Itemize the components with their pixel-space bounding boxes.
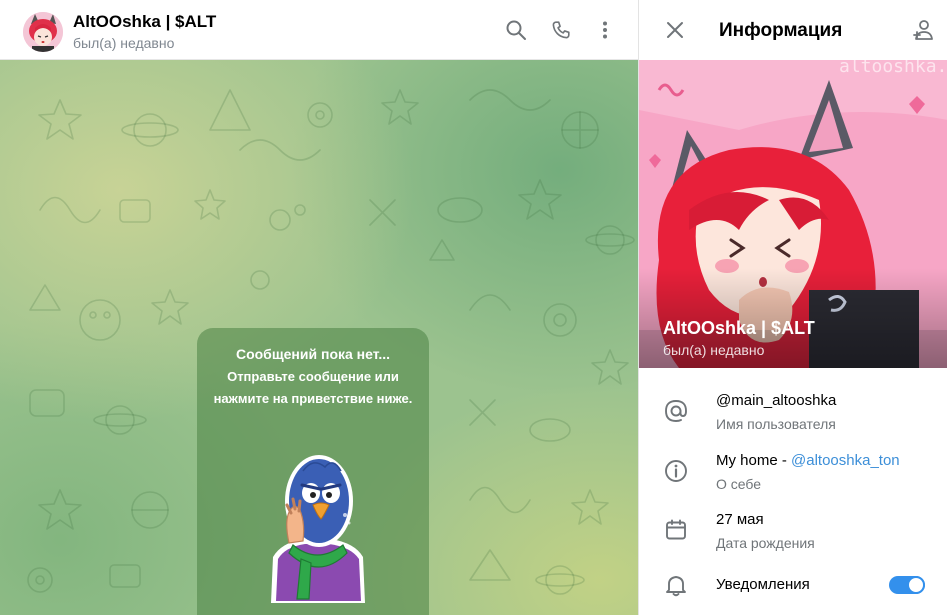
photo-watermark: altooshka.j bbox=[839, 60, 947, 77]
chat-panel: AltOOshka | $ALT был(а) недавно Сообщени… bbox=[0, 0, 638, 615]
info-title: Информация bbox=[719, 20, 843, 41]
chat-status: был(а) недавно bbox=[73, 35, 175, 51]
at-sign-icon bbox=[665, 400, 687, 422]
empty-chat-title: Сообщений пока нет... bbox=[235, 346, 391, 362]
bio-link[interactable]: @altooshka_ton bbox=[791, 452, 900, 469]
info-panel: Информация altooshka.j AltOOshka | $ALT … bbox=[638, 0, 947, 615]
bio-row[interactable]: My home - @altooshka_ton О себе bbox=[639, 444, 947, 500]
birthday-row[interactable]: 27 мая Дата рождения bbox=[639, 503, 947, 559]
chat-background: Сообщений пока нет... Отправьте сообщени… bbox=[0, 60, 638, 615]
call-button[interactable] bbox=[545, 14, 577, 46]
bio-text: My home - bbox=[716, 452, 792, 469]
profile-photo[interactable]: altooshka.j AltOOshka | $ALT был(а) неда… bbox=[639, 60, 947, 368]
username-value[interactable]: @main_altooshka bbox=[716, 392, 836, 409]
notifications-toggle[interactable] bbox=[889, 576, 925, 594]
more-button[interactable] bbox=[589, 14, 621, 46]
profile-status: был(а) недавно bbox=[663, 342, 765, 358]
greeting-sticker[interactable] bbox=[263, 453, 371, 608]
more-vertical-icon bbox=[603, 21, 607, 39]
bell-icon bbox=[666, 576, 686, 597]
username-row[interactable]: @main_altooshka Имя пользователя bbox=[639, 384, 947, 440]
bio-label: О себе bbox=[716, 476, 762, 492]
birthday-value: 27 мая bbox=[716, 511, 764, 528]
empty-chat-hint: Отправьте сообщение или нажмите на приве… bbox=[213, 369, 413, 406]
notifications-row[interactable]: Уведомления bbox=[639, 558, 947, 614]
chat-header[interactable]: AltOOshka | $ALT был(а) недавно bbox=[0, 0, 638, 60]
birthday-label: Дата рождения bbox=[716, 535, 815, 551]
username-label: Имя пользователя bbox=[716, 416, 836, 432]
close-icon bbox=[667, 22, 683, 38]
info-icon bbox=[665, 460, 687, 482]
search-button[interactable] bbox=[500, 14, 532, 46]
bio-value: My home - @altooshka_ton bbox=[716, 452, 900, 469]
chat-title[interactable]: AltOOshka | $ALT bbox=[73, 12, 216, 32]
search-icon bbox=[506, 20, 526, 40]
info-header: Информация bbox=[639, 0, 947, 60]
close-button[interactable] bbox=[659, 14, 691, 46]
toggle-knob bbox=[907, 576, 925, 594]
avatar[interactable] bbox=[23, 12, 63, 52]
add-contact-icon bbox=[913, 20, 933, 40]
phone-icon bbox=[552, 21, 570, 39]
notifications-label: Уведомления bbox=[716, 576, 810, 593]
empty-chat-card: Сообщений пока нет... Отправьте сообщени… bbox=[197, 328, 429, 615]
calendar-icon bbox=[666, 519, 686, 540]
add-contact-button[interactable] bbox=[907, 14, 939, 46]
profile-name: AltOOshka | $ALT bbox=[663, 318, 815, 338]
